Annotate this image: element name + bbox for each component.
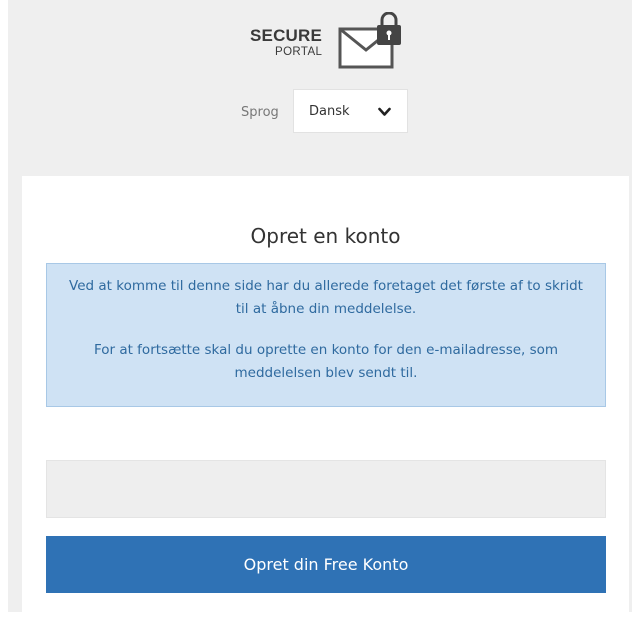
logo-text-portal: PORTAL [275,46,323,58]
signup-card: Opret en konto Ved at komme til denne si… [22,176,629,612]
secure-portal-logo: SECURE PORTAL [250,12,410,72]
logo-text-secure: SECURE [250,26,323,45]
language-label: Sprog [241,105,279,120]
language-selected-value: Dansk [309,104,350,119]
card-title: Opret en konto [250,224,401,248]
envelope-lock-icon [338,12,401,69]
page: SECURE PORTAL Sprog Dansk Opret en konto… [0,0,640,619]
info-box: Ved at komme til denne side har du aller… [46,263,606,407]
create-account-button[interactable]: Opret din Free Konto [46,536,606,593]
language-select[interactable]: Dansk [293,89,408,133]
chevron-down-icon [378,107,391,116]
info-paragraph-1: Ved at komme til denne side har du aller… [69,278,583,317]
info-paragraph-2: For at fortsætte skal du oprette en kont… [93,342,559,381]
email-input[interactable] [46,460,606,518]
